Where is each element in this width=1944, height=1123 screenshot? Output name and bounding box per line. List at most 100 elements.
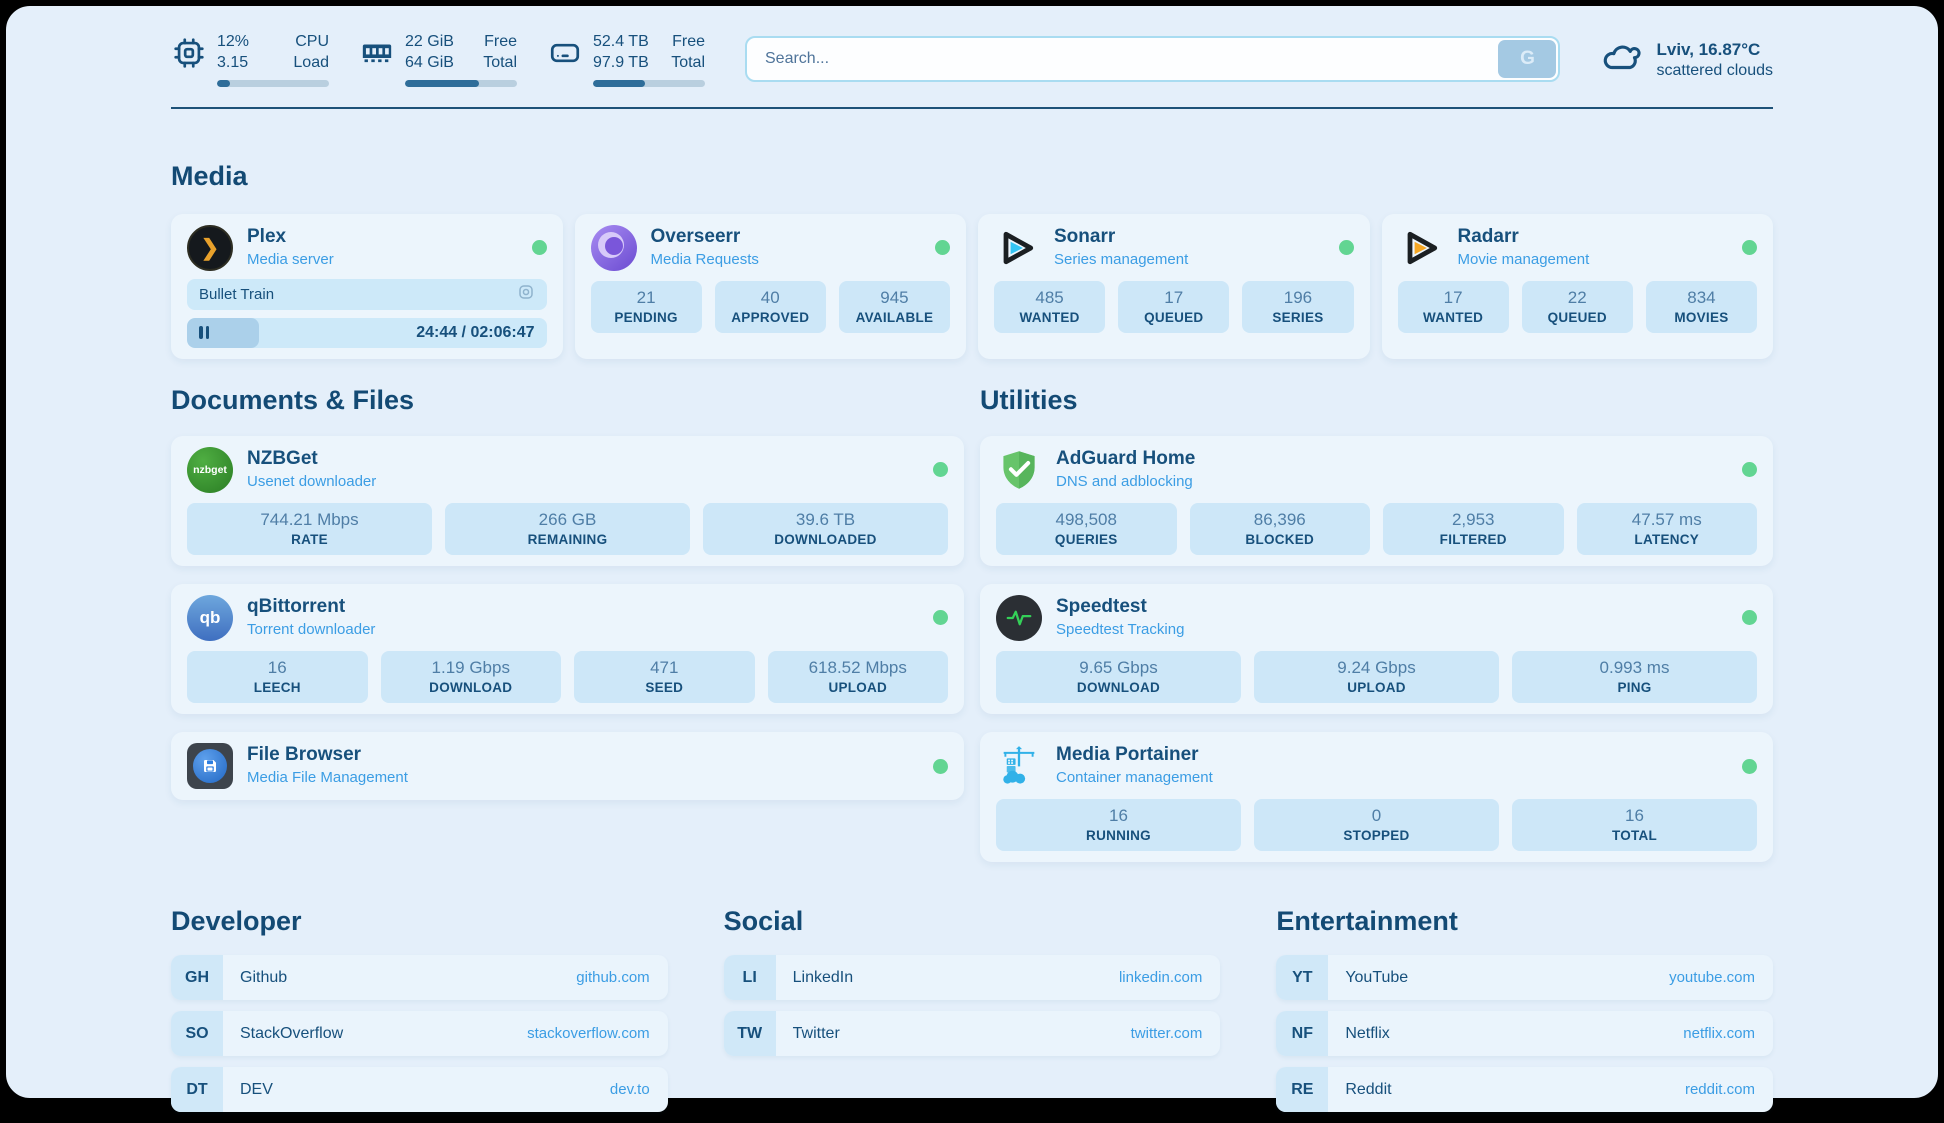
status-dot: [933, 759, 948, 774]
media-grid: ❯ Plex Media server Bullet Train: [171, 214, 1773, 359]
adguard-logo-icon: [996, 447, 1042, 493]
link-row-linkedin[interactable]: LI LinkedIn linkedin.com: [724, 955, 1221, 1000]
stream-time: 24:44 / 02:06:47: [416, 324, 546, 342]
cpu-label-bottom: Load: [293, 53, 329, 74]
stat-box: 196 SERIES: [1242, 281, 1353, 333]
stat-box: 498,508 QUERIES: [996, 503, 1177, 555]
search-input[interactable]: [745, 36, 1560, 82]
weather-condition: scattered clouds: [1656, 62, 1773, 80]
weather-widget: Lviv, 16.87°C scattered clouds: [1600, 36, 1773, 83]
stat-box: 16 RUNNING: [996, 799, 1241, 851]
link-row-youtube[interactable]: YT YouTube youtube.com: [1276, 955, 1773, 1000]
dev-abbr-icon: DT: [171, 1067, 223, 1112]
stat-box: 0 STOPPED: [1254, 799, 1499, 851]
nzbget-card[interactable]: nzbget NZBGet Usenet downloader 744.21 M…: [171, 436, 964, 566]
app-subtitle: Media File Management: [247, 768, 408, 788]
stat-box: 17 WANTED: [1398, 281, 1509, 333]
radarr-logo-icon: [1398, 225, 1444, 271]
stat-box: 945 AVAILABLE: [839, 281, 950, 333]
link-row-reddit[interactable]: RE Reddit reddit.com: [1276, 1067, 1773, 1112]
stat-box: 39.6 TB DOWNLOADED: [703, 503, 948, 555]
ram-free: 22 GiB: [405, 32, 454, 53]
section-title-documents: Documents & Files: [171, 385, 964, 416]
overseerr-card[interactable]: Overseerr Media Requests 21 PENDING 40 A…: [575, 214, 967, 359]
stream-session-icon[interactable]: [517, 283, 535, 305]
stream-title: Bullet Train: [199, 286, 274, 303]
stat-box: 834 MOVIES: [1646, 281, 1757, 333]
portainer-logo-icon: [996, 743, 1042, 789]
link-row-github[interactable]: GH Github github.com: [171, 955, 668, 1000]
stat-box: 618.52 Mbps UPLOAD: [768, 651, 949, 703]
now-playing-bar: Bullet Train: [187, 279, 547, 310]
sonarr-logo-icon: [994, 225, 1040, 271]
stat-box: 9.24 Gbps UPLOAD: [1254, 651, 1499, 703]
plex-logo-icon: ❯: [187, 225, 233, 271]
stat-box: 17 QUEUED: [1118, 281, 1229, 333]
link-row-stackoverflow[interactable]: SO StackOverflow stackoverflow.com: [171, 1011, 668, 1056]
overseerr-logo-icon: [591, 225, 637, 271]
link-row-netflix[interactable]: NF Netflix netflix.com: [1276, 1011, 1773, 1056]
header: 12% 3.15 CPU Load: [171, 6, 1773, 107]
app-subtitle: Torrent downloader: [247, 620, 375, 640]
app-subtitle: Media server: [247, 250, 334, 270]
search-bar: G: [745, 36, 1560, 82]
plex-card[interactable]: ❯ Plex Media server Bullet Train: [171, 214, 563, 359]
link-row-dev[interactable]: DT DEV dev.to: [171, 1067, 668, 1112]
ram-progress-fill: [405, 80, 479, 87]
status-dot: [1742, 610, 1757, 625]
linkedin-abbr-icon: LI: [724, 955, 776, 1000]
google-search-button[interactable]: G: [1498, 40, 1556, 78]
stat-box: 22 QUEUED: [1522, 281, 1633, 333]
documents-column: Documents & Files nzbget NZBGet Usenet d…: [171, 385, 964, 881]
developer-column: Developer GH Github github.com SO StackO…: [171, 906, 668, 1123]
qbittorrent-card[interactable]: qb qBittorrent Torrent downloader 16 LEE…: [171, 584, 964, 714]
weather-location-temp: Lviv, 16.87°C: [1656, 39, 1773, 62]
status-dot: [1742, 462, 1757, 477]
ram-label-top: Free: [483, 32, 517, 53]
app-name: Overseerr: [651, 226, 759, 249]
cpu-icon: [171, 35, 207, 71]
disk-icon: [547, 35, 583, 71]
app-subtitle: Container management: [1056, 768, 1213, 788]
app-subtitle: Movie management: [1458, 250, 1590, 270]
cloud-icon: [1600, 36, 1642, 83]
stackoverflow-abbr-icon: SO: [171, 1011, 223, 1056]
section-title-utilities: Utilities: [980, 385, 1773, 416]
filebrowser-card[interactable]: File Browser Media File Management: [171, 732, 964, 800]
radarr-card[interactable]: Radarr Movie management 17 WANTED 22 QUE…: [1382, 214, 1774, 359]
section-title-media: Media: [171, 161, 1773, 192]
pause-icon[interactable]: [199, 326, 209, 339]
app-name: qBittorrent: [247, 596, 375, 619]
dashboard-page: 12% 3.15 CPU Load: [0, 0, 1944, 1104]
stat-box: 9.65 Gbps DOWNLOAD: [996, 651, 1241, 703]
cpu-percent: 12%: [217, 32, 249, 53]
twitter-abbr-icon: TW: [724, 1011, 776, 1056]
app-subtitle: Series management: [1054, 250, 1188, 270]
status-dot: [933, 610, 948, 625]
adguard-card[interactable]: AdGuard Home DNS and adblocking 498,508 …: [980, 436, 1773, 566]
portainer-card[interactable]: Media Portainer Container management 16 …: [980, 732, 1773, 862]
disk-free: 52.4 TB: [593, 32, 649, 53]
netflix-abbr-icon: NF: [1276, 1011, 1328, 1056]
stat-box: 86,396 BLOCKED: [1190, 503, 1371, 555]
sonarr-card[interactable]: Sonarr Series management 485 WANTED 17 Q…: [978, 214, 1370, 359]
app-subtitle: DNS and adblocking: [1056, 472, 1195, 492]
speedtest-logo-icon: [996, 595, 1042, 641]
cpu-progress-bar: [217, 80, 329, 87]
app-name: Media Portainer: [1056, 744, 1213, 767]
app-subtitle: Media Requests: [651, 250, 759, 270]
qbittorrent-logo-icon: qb: [187, 595, 233, 641]
entertainment-column: Entertainment YT YouTube youtube.com NF …: [1276, 906, 1773, 1123]
section-title-developer: Developer: [171, 906, 668, 937]
ram-stat: 22 GiB 64 GiB Free Total: [359, 32, 517, 87]
stat-box: 16 TOTAL: [1512, 799, 1757, 851]
utilities-column: Utilities AdGuard Home DNS and adblockin…: [980, 385, 1773, 881]
disk-progress-bar: [593, 80, 705, 87]
status-dot: [532, 240, 547, 255]
link-row-twitter[interactable]: TW Twitter twitter.com: [724, 1011, 1221, 1056]
app-name: File Browser: [247, 744, 408, 767]
speedtest-card[interactable]: Speedtest Speedtest Tracking 9.65 Gbps D…: [980, 584, 1773, 714]
status-dot: [935, 240, 950, 255]
app-subtitle: Speedtest Tracking: [1056, 620, 1184, 640]
ram-progress-bar: [405, 80, 517, 87]
